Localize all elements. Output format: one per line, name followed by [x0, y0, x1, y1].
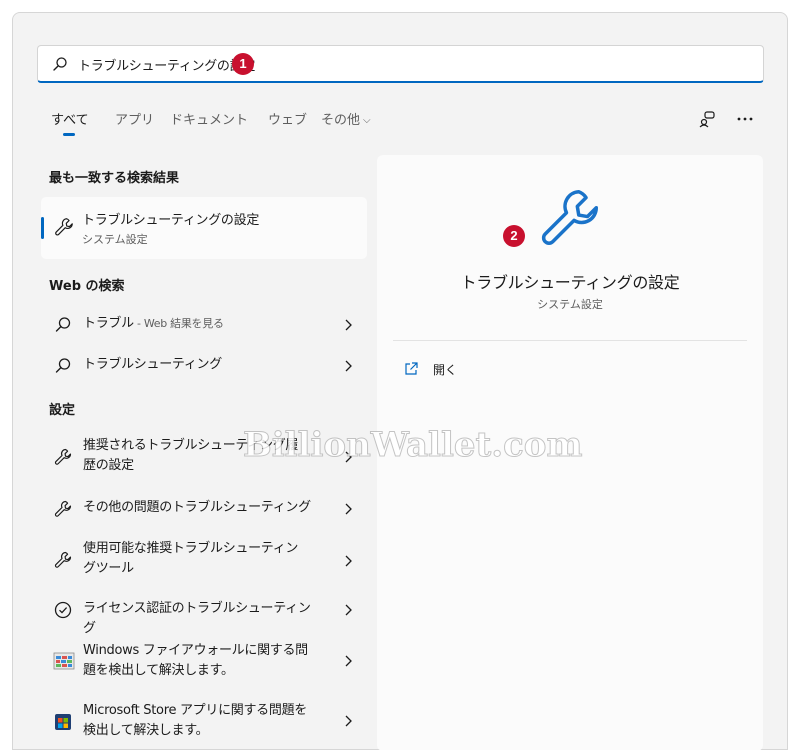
settings-item-label: Microsoft Store アプリに関する問題を検出して解決します。 — [83, 703, 307, 738]
settings-item[interactable]: 推奨されるトラブルシューティング履歴の設定 — [41, 435, 367, 479]
wrench-icon — [55, 218, 73, 236]
settings-item-label: その他の問題のトラブルシューティング — [83, 500, 311, 515]
chevron-right-icon — [345, 715, 352, 727]
tab-all[interactable]: すべて — [51, 109, 89, 128]
chevron-right-icon — [345, 604, 352, 616]
chevron-right-icon — [345, 319, 352, 331]
store-icon — [55, 714, 71, 730]
selection-indicator — [41, 217, 44, 239]
best-match-item[interactable]: トラブルシューティングの設定 システム設定 — [41, 197, 367, 259]
settings-item-label: 使用可能な推奨トラブルシューティングツール — [83, 541, 299, 576]
step-badge-1: 1 — [232, 53, 254, 75]
open-label: 開く — [433, 363, 458, 377]
settings-item[interactable]: Microsoft Store アプリに関する問題を検出して解決します。 — [41, 703, 367, 747]
web-result-item[interactable]: トラブルシューティング — [41, 354, 367, 378]
switch-account-icon[interactable] — [697, 107, 721, 131]
web-result-text: トラブル - Web 結果を見る — [83, 314, 323, 334]
web-result-hint: - Web 結果を見る — [133, 317, 224, 330]
tab-more-label: その他 — [321, 113, 361, 128]
search-icon — [55, 358, 71, 373]
wrench-icon — [541, 190, 599, 245]
search-icon — [53, 57, 67, 71]
web-result-item[interactable]: トラブル - Web 結果を見る — [41, 313, 367, 337]
preview-subtitle: システム設定 — [537, 298, 603, 311]
settings-item[interactable]: ライセンス認証のトラブルシューティング — [41, 599, 367, 636]
tab-more[interactable]: その他 ⌵ — [321, 109, 371, 128]
more-options-icon[interactable] — [733, 107, 757, 131]
chevron-right-icon — [345, 503, 352, 515]
tab-documents[interactable]: ドキュメント — [170, 109, 248, 128]
best-match-heading: 最も一致する検索結果 — [49, 171, 180, 186]
search-box[interactable]: トラブルシューティングの設定 1 — [37, 45, 764, 83]
preview-panel: 2 トラブルシューティングの設定 システム設定 開く — [377, 155, 763, 750]
search-icon — [55, 317, 71, 332]
search-window: トラブルシューティングの設定 1 すべて アプリ ドキュメント ウェブ その他 ⌵… — [12, 12, 788, 750]
settings-item[interactable]: Windows ファイアウォールに関する問題を検出して解決します。 — [41, 641, 367, 685]
tab-apps[interactable]: アプリ — [115, 109, 154, 128]
tab-web[interactable]: ウェブ — [268, 109, 307, 128]
chevron-right-icon — [345, 655, 352, 667]
chevron-down-icon: ⌵ — [363, 115, 371, 126]
settings-item-label: 推奨されるトラブルシューティング履歴の設定 — [83, 438, 299, 473]
settings-heading: 設定 — [49, 403, 76, 418]
firewall-icon — [53, 652, 75, 670]
chevron-right-icon — [345, 451, 352, 463]
search-input[interactable]: トラブルシューティングの設定 — [78, 55, 255, 74]
settings-item-label: ライセンス認証のトラブルシューティング — [83, 601, 311, 636]
preview-title: トラブルシューティングの設定 — [460, 273, 680, 292]
tab-active-indicator — [63, 133, 75, 136]
settings-item-label: Windows ファイアウォールに関する問題を検出して解決します。 — [83, 643, 308, 678]
check-circle-icon — [54, 601, 72, 619]
wrench-icon — [54, 448, 72, 465]
wrench-icon — [54, 500, 72, 517]
chevron-right-icon — [345, 360, 352, 372]
settings-item[interactable]: 使用可能な推奨トラブルシューティングツール — [41, 539, 367, 583]
best-match-title: トラブルシューティングの設定 — [82, 213, 260, 228]
settings-item[interactable]: その他の問題のトラブルシューティング — [41, 497, 367, 521]
web-search-heading: Web の検索 — [49, 279, 125, 294]
chevron-right-icon — [345, 555, 352, 567]
step-badge-2: 2 — [503, 225, 525, 247]
wrench-icon — [54, 551, 72, 568]
open-external-icon — [405, 362, 418, 375]
best-match-subtitle: システム設定 — [82, 233, 148, 246]
divider — [393, 340, 747, 341]
web-result-query: トラブルシューティング — [83, 357, 222, 372]
web-result-query: トラブル — [83, 316, 134, 331]
